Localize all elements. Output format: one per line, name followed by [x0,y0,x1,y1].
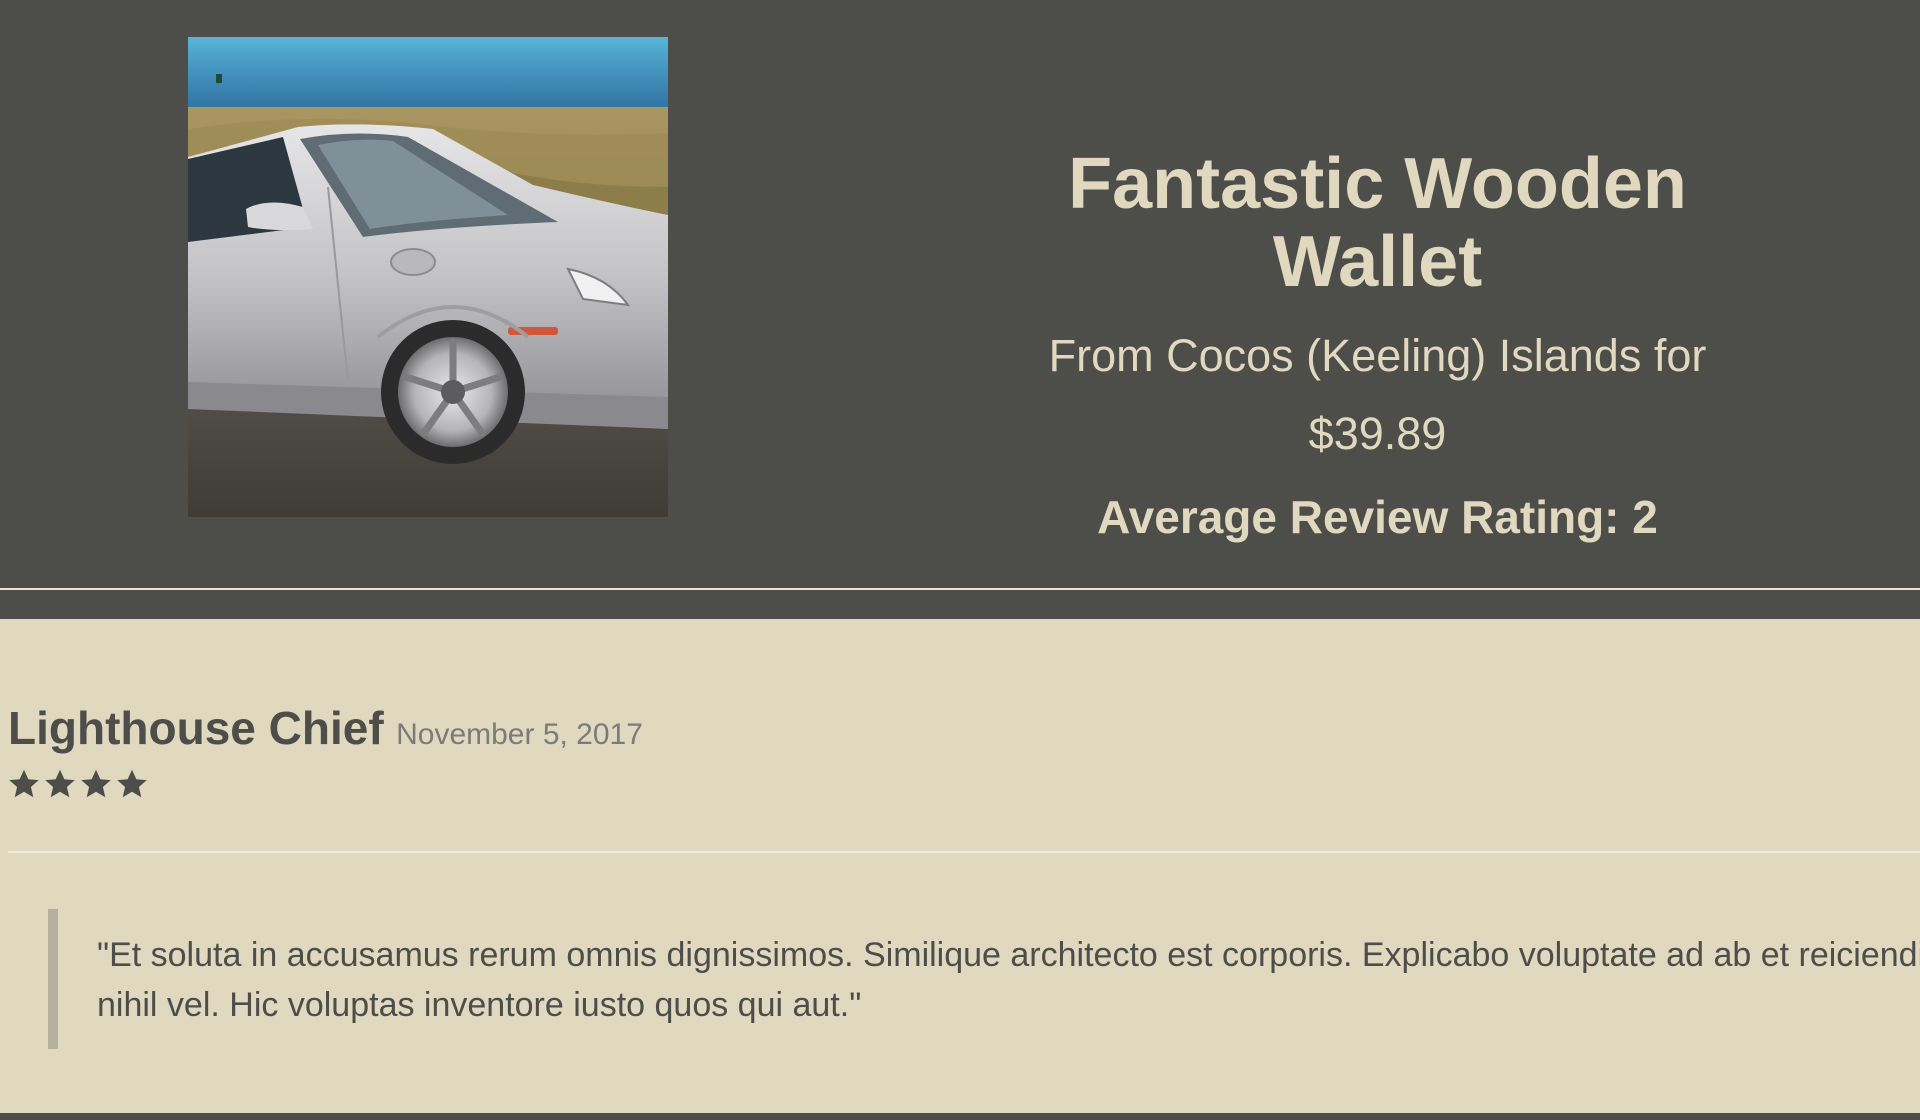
product-origin-line: From Cocos (Keeling) Islands for [1048,330,1707,381]
header-divider [0,588,1920,590]
review-stars [6,766,150,810]
review-text: "Et soluta in accusamus rerum omnis dign… [97,936,1920,1024]
review-date: November 5, 2017 [396,718,643,751]
star-icon [117,769,147,798]
product-title: Fantastic Wooden Wallet [1068,144,1687,302]
star-icon [81,769,111,798]
review-header: Lighthouse Chief November 5, 2017 [8,701,643,755]
reviewer-name: Lighthouse Chief [8,702,384,754]
product-origin: From Cocos (Keeling) Islands for $39.89 [955,317,1800,473]
bottom-border [0,1113,1920,1120]
star-icon [45,769,75,798]
product-price: $39.89 [1308,408,1447,459]
review-separator [8,851,1920,853]
average-rating: Average Review Rating: 2 [1097,491,1658,543]
product-header: Fantastic Wooden Wallet From Cocos (Keel… [0,0,1920,588]
star-icon [9,769,39,798]
product-info: Fantastic Wooden Wallet From Cocos (Keel… [955,145,1800,545]
reviews-section: Lighthouse Chief November 5, 2017 "Et so… [0,621,1920,1113]
review-quote: "Et soluta in accusamus rerum omnis dign… [48,909,1920,1049]
product-image [188,37,668,517]
